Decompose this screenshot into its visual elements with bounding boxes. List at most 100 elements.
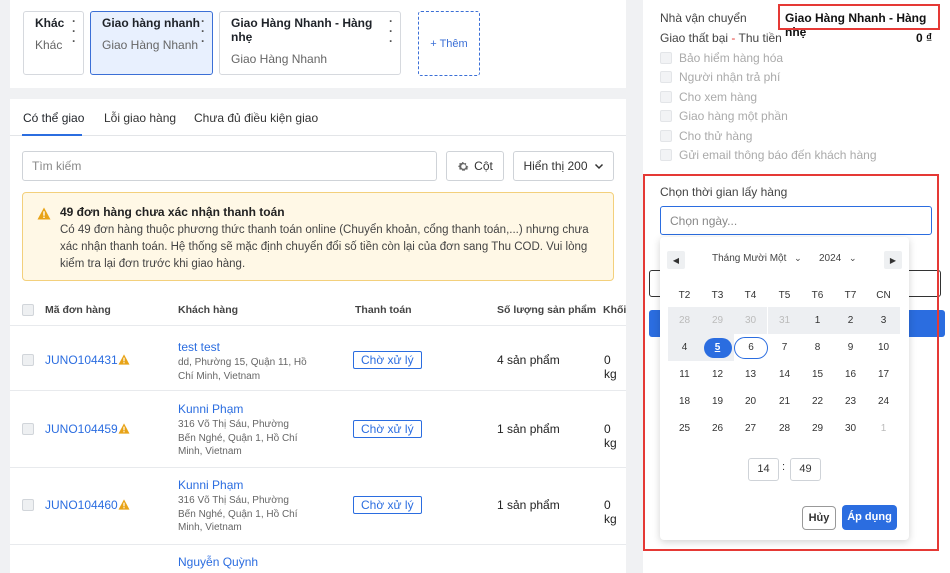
prev-month-icon[interactable]: ◀	[667, 251, 685, 269]
option-partial-delivery[interactable]: Giao hàng một phần	[660, 109, 788, 123]
option-checkbox[interactable]	[660, 91, 672, 103]
label-separator: -	[728, 31, 739, 45]
day-cell[interactable]: 12	[701, 361, 734, 388]
next-month-icon[interactable]: ▶	[884, 251, 902, 269]
day-cell[interactable]: 9	[834, 334, 867, 361]
option-checkbox[interactable]	[660, 149, 672, 161]
row-checkbox[interactable]	[22, 423, 34, 435]
day-cell[interactable]: 13	[734, 361, 767, 388]
option-checkbox[interactable]	[660, 52, 672, 64]
option-checkbox[interactable]	[660, 110, 672, 122]
customer-name-link[interactable]: Nguyễn Quỳnh	[178, 555, 308, 569]
customer-name-link[interactable]: test test	[178, 340, 308, 354]
pickup-date-input[interactable]: Chọn ngày...	[660, 206, 932, 235]
day-cell[interactable]: 10	[867, 334, 900, 361]
search-input[interactable]: Tìm kiếm	[22, 151, 437, 181]
day-cell[interactable]: 15	[801, 361, 834, 388]
carrier-option-khac[interactable]: Khác Khác · · ·	[23, 11, 84, 75]
day-cell[interactable]: 28	[668, 307, 701, 334]
day-cell[interactable]: 18	[668, 388, 701, 415]
day-cell[interactable]: 17	[867, 361, 900, 388]
day-cell[interactable]: 16	[834, 361, 867, 388]
day-cell[interactable]: 26	[701, 415, 734, 442]
warning-icon	[37, 207, 51, 220]
today-label: 6	[734, 337, 768, 359]
col-quantity: Số lượng sản phẩm	[497, 304, 597, 316]
carrier-option-ghn[interactable]: Giao hàng nhanh Giao Hàng Nhanh · · ·	[90, 11, 213, 75]
month-select[interactable]: Tháng Mười Một ⌄	[712, 253, 802, 264]
day-cell[interactable]: 8	[801, 334, 834, 361]
columns-button[interactable]: Cột	[446, 151, 504, 181]
customer-name-link[interactable]: Kunni Phạm	[178, 478, 308, 492]
day-cell[interactable]: 23	[834, 388, 867, 415]
chevron-down-icon	[594, 163, 603, 170]
day-cell[interactable]: 31	[768, 307, 801, 334]
option-checkbox[interactable]	[660, 71, 672, 83]
day-cell[interactable]: 11	[668, 361, 701, 388]
option-email-notify[interactable]: Gửi email thông báo đến khách hàng	[660, 148, 877, 162]
day-cell[interactable]: 27	[734, 415, 767, 442]
carrier-option-ghn-light[interactable]: Giao Hàng Nhanh - Hàng nhẹ Giao Hàng Nha…	[219, 11, 401, 75]
tab-not-eligible[interactable]: Chưa đủ điều kiện giao	[194, 111, 318, 125]
customer-name-link[interactable]: Kunni Phạm	[178, 402, 308, 416]
tab-delivery-errors[interactable]: Lỗi giao hàng	[104, 111, 176, 125]
time-separator: :	[782, 461, 786, 473]
weekday-label: T7	[844, 290, 857, 301]
carrier-name: Khác	[35, 16, 65, 30]
order-id-link[interactable]: JUNO104431	[45, 353, 118, 367]
day-cell[interactable]: 22	[801, 388, 834, 415]
active-tab-indicator	[22, 134, 82, 136]
apply-button[interactable]: Áp dụng	[842, 505, 897, 530]
day-cell[interactable]: 3	[867, 307, 900, 334]
row-checkbox[interactable]	[22, 499, 34, 511]
minute-input[interactable]: 49	[790, 458, 821, 481]
day-cell[interactable]: 7	[768, 334, 801, 361]
day-cell[interactable]: 30	[834, 415, 867, 442]
day-cell[interactable]: 29	[701, 307, 734, 334]
option-insurance[interactable]: Bảo hiểm hàng hóa	[660, 51, 783, 65]
add-carrier-button[interactable]: + Thêm	[418, 11, 480, 76]
day-cell[interactable]: 2	[834, 307, 867, 334]
order-id-link[interactable]: JUNO104459	[45, 422, 118, 436]
day-cell[interactable]: 30	[734, 307, 767, 334]
day-cell-today[interactable]: 6	[734, 334, 768, 361]
day-cell[interactable]: 25	[668, 415, 701, 442]
day-cell[interactable]: 29	[801, 415, 834, 442]
option-receiver-pays[interactable]: Người nhận trả phí	[660, 70, 780, 84]
weight: 0 kg	[604, 422, 617, 450]
warning-icon	[118, 423, 130, 434]
option-allow-try[interactable]: Cho thử hàng	[660, 129, 752, 143]
select-all-checkbox[interactable]	[22, 304, 34, 316]
customer-address: 316 Võ Thị Sáu, Phường Bến Nghé, Quận 1,…	[178, 495, 298, 533]
row-checkbox[interactable]	[22, 354, 34, 366]
day-cell[interactable]: 14	[768, 361, 801, 388]
chevron-down-icon: ⌄	[794, 253, 802, 263]
display-count-label: Hiển thị 200	[523, 159, 588, 173]
day-cell-selected[interactable]: 5	[701, 334, 734, 361]
weekday-label: CN	[876, 290, 891, 301]
cancel-button[interactable]: Hủy	[802, 506, 836, 530]
hour-input[interactable]: 14	[748, 458, 779, 481]
day-cell[interactable]: 1	[867, 415, 900, 442]
order-id-link[interactable]: JUNO104460	[45, 498, 118, 512]
tab-deliverable[interactable]: Có thể giao	[23, 111, 84, 125]
display-count-select[interactable]: Hiển thị 200	[513, 151, 614, 181]
payment-status-badge: Chờ xử lý	[353, 496, 422, 514]
kebab-icon[interactable]: · · ·	[200, 15, 206, 47]
year-select[interactable]: 2024 ⌄	[819, 253, 857, 264]
day-cell[interactable]: 28	[768, 415, 801, 442]
kebab-icon[interactable]: · · ·	[71, 15, 77, 47]
day-cell[interactable]: 4	[668, 334, 701, 361]
kebab-icon[interactable]: · · ·	[388, 15, 394, 47]
weekday-label: T2	[678, 290, 691, 301]
day-cell[interactable]: 24	[867, 388, 900, 415]
option-checkbox[interactable]	[660, 130, 672, 142]
option-allow-view[interactable]: Cho xem hàng	[660, 90, 757, 104]
option-label: Giao hàng một phần	[679, 109, 788, 123]
quantity: 1 sản phẩm	[497, 422, 560, 436]
day-cell[interactable]: 1	[801, 307, 834, 334]
day-cell[interactable]: 20	[734, 388, 767, 415]
day-cell[interactable]: 21	[768, 388, 801, 415]
day-cell[interactable]: 19	[701, 388, 734, 415]
payment-status-badge: Chờ xử lý	[353, 420, 422, 438]
